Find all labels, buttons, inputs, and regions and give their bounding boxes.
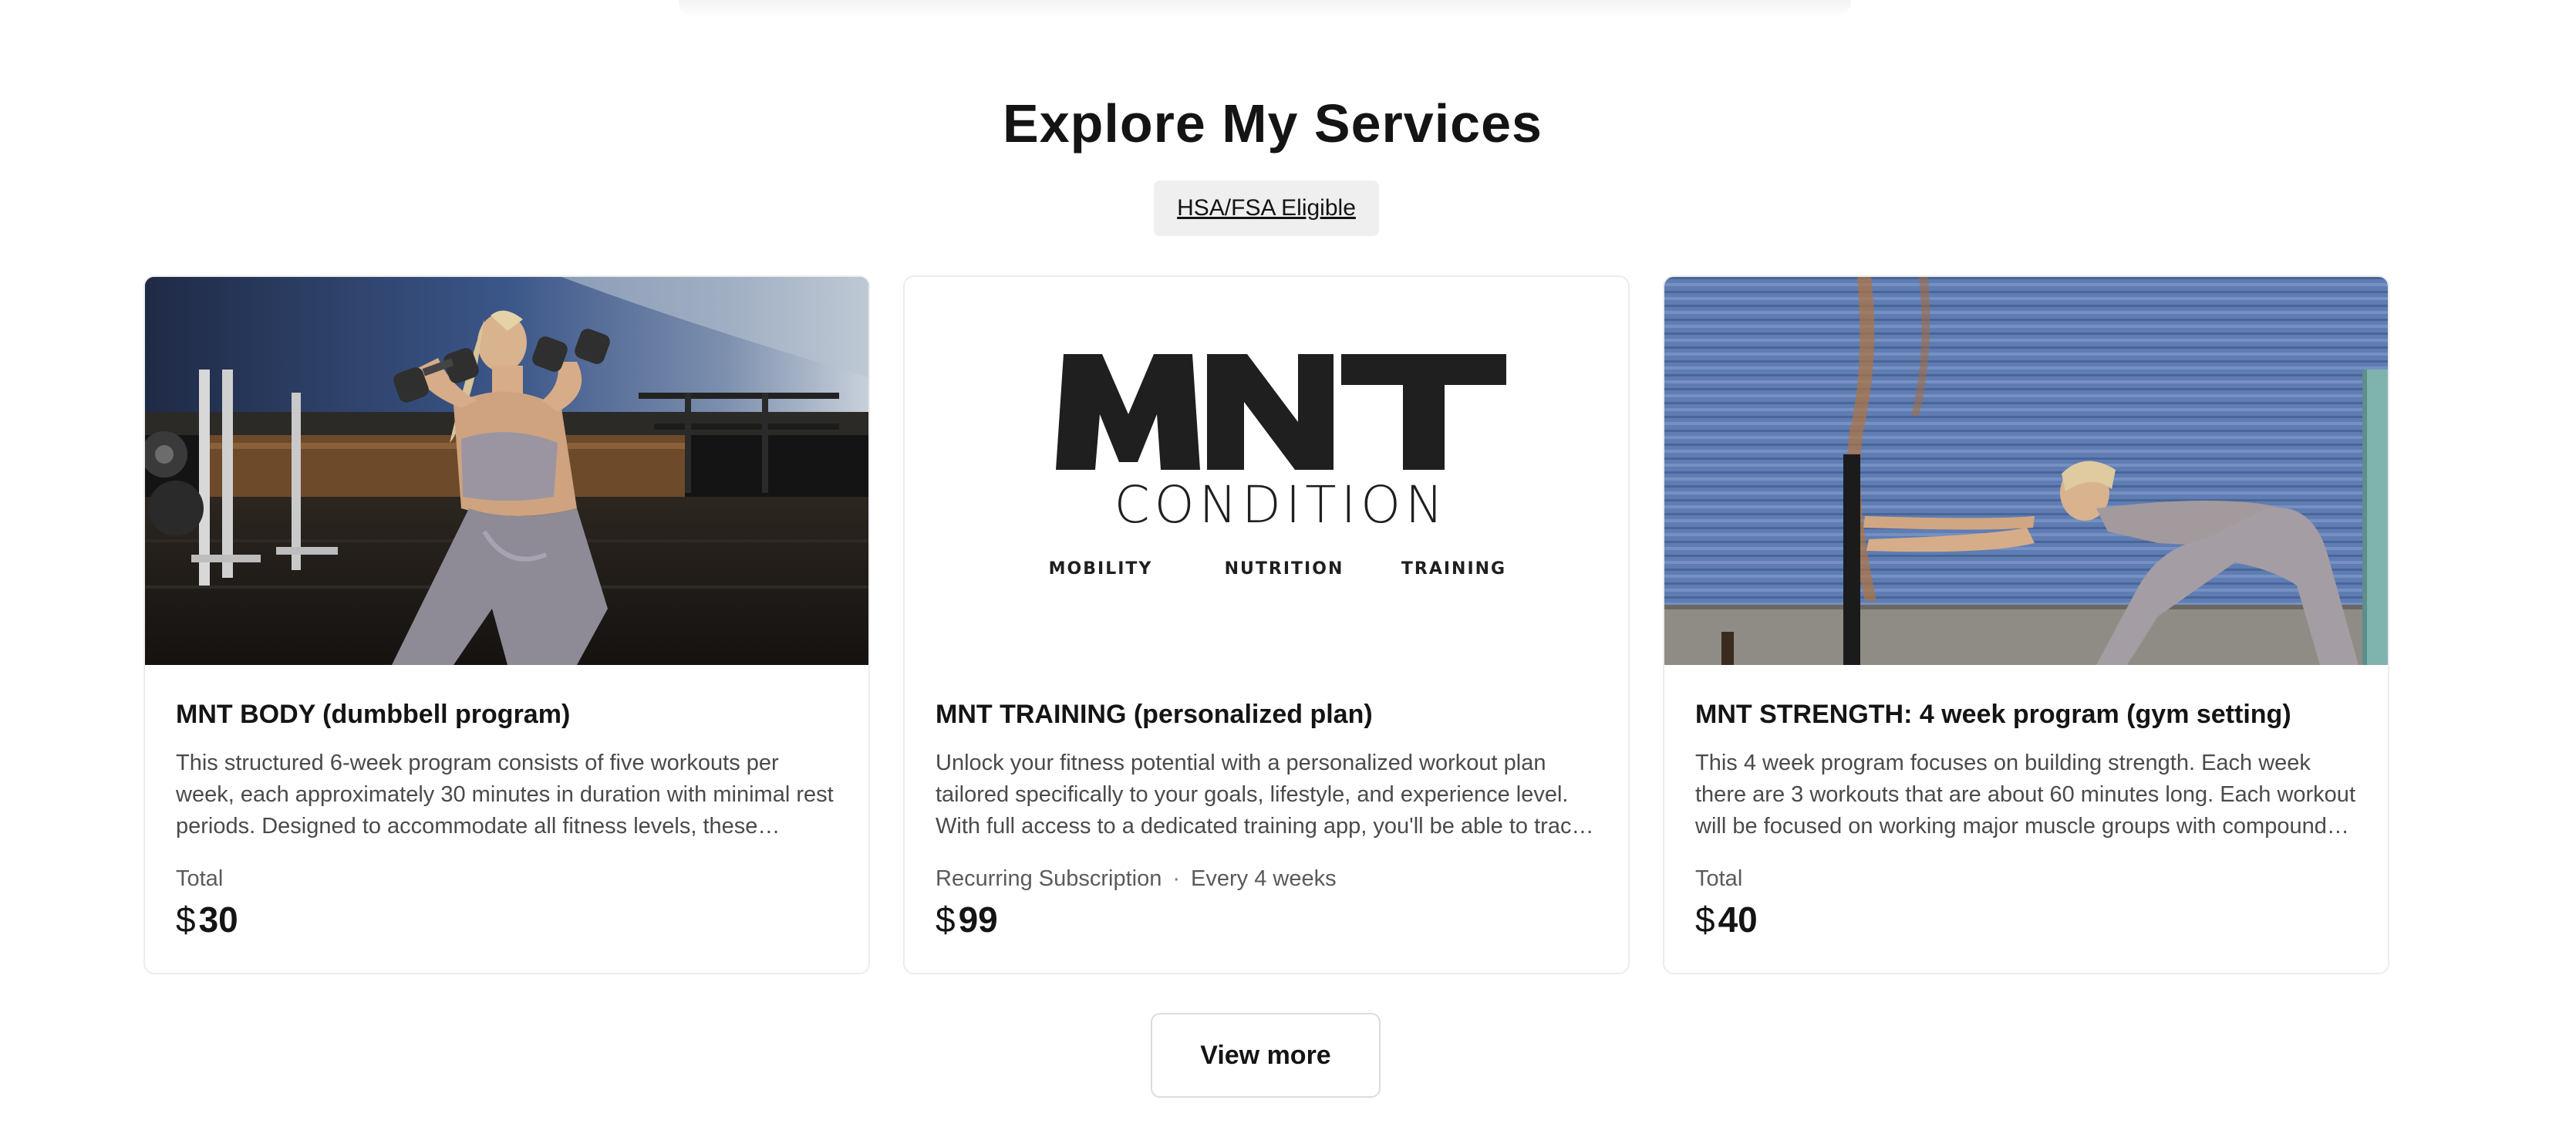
dumbbell-workout-photo <box>145 277 868 665</box>
card-title: MNT STRENGTH: 4 week program (gym settin… <box>1695 700 2291 729</box>
price-amount: 30 <box>198 899 238 940</box>
card-description: This structured 6-week program consists … <box>176 751 834 839</box>
service-card-image <box>1664 277 2388 665</box>
logo-tag-training: TRAINING <box>1401 559 1506 579</box>
section-title: Explore My Services <box>1003 93 1543 154</box>
subscription-label: Recurring Subscription · Every 4 weeks <box>936 866 1337 892</box>
currency-symbol: $ <box>936 899 956 940</box>
card-description: This 4 week program focuses on building … <box>1695 751 2355 839</box>
logo-tag-mobility: MOBILITY <box>1049 559 1153 579</box>
separator-dot-icon: · <box>1172 866 1181 891</box>
price-label: Total <box>176 866 223 892</box>
service-card-image <box>145 277 868 665</box>
price: $40 <box>1695 899 1758 940</box>
price-amount: 40 <box>1718 899 1758 940</box>
card-description: Unlock your fitness potential with a per… <box>936 751 1583 839</box>
service-card-mnt-strength[interactable]: MNT STRENGTH: 4 week program (gym settin… <box>1663 275 2389 974</box>
price-label-text: Total <box>176 866 224 891</box>
price: $99 <box>936 899 998 940</box>
price-label: Total <box>1695 866 1742 892</box>
service-card-mnt-training[interactable]: CONDITION MOBILITY NUTRITION TRAINING MN… <box>903 275 1630 974</box>
price: $30 <box>176 899 238 940</box>
currency-symbol: $ <box>176 899 196 940</box>
price-amount: 99 <box>958 899 998 940</box>
brand-logo-icon: CONDITION MOBILITY NUTRITION TRAINING <box>1049 354 1506 579</box>
card-title: MNT BODY (dumbbell program) <box>176 700 571 729</box>
currency-symbol: $ <box>1695 899 1715 940</box>
service-card-mnt-body[interactable]: MNT BODY (dumbbell program) This structu… <box>143 275 870 974</box>
hsa-fsa-eligible-link[interactable]: HSA/FSA Eligible <box>1154 181 1379 236</box>
subscription-type: Recurring Subscription <box>936 866 1162 891</box>
view-more-button[interactable]: View more <box>1151 1013 1381 1098</box>
logo-subtitle: CONDITION <box>1114 475 1448 535</box>
top-strip-divider <box>679 0 1851 17</box>
price-label-text: Total <box>1695 866 1743 891</box>
strength-workout-photo <box>1664 277 2388 665</box>
card-title: MNT TRAINING (personalized plan) <box>936 700 1373 729</box>
mnt-condition-logo: CONDITION MOBILITY NUTRITION TRAINING <box>905 277 1628 665</box>
billing-interval: Every 4 weeks <box>1191 866 1337 891</box>
logo-tag-nutrition: NUTRITION <box>1225 559 1344 579</box>
